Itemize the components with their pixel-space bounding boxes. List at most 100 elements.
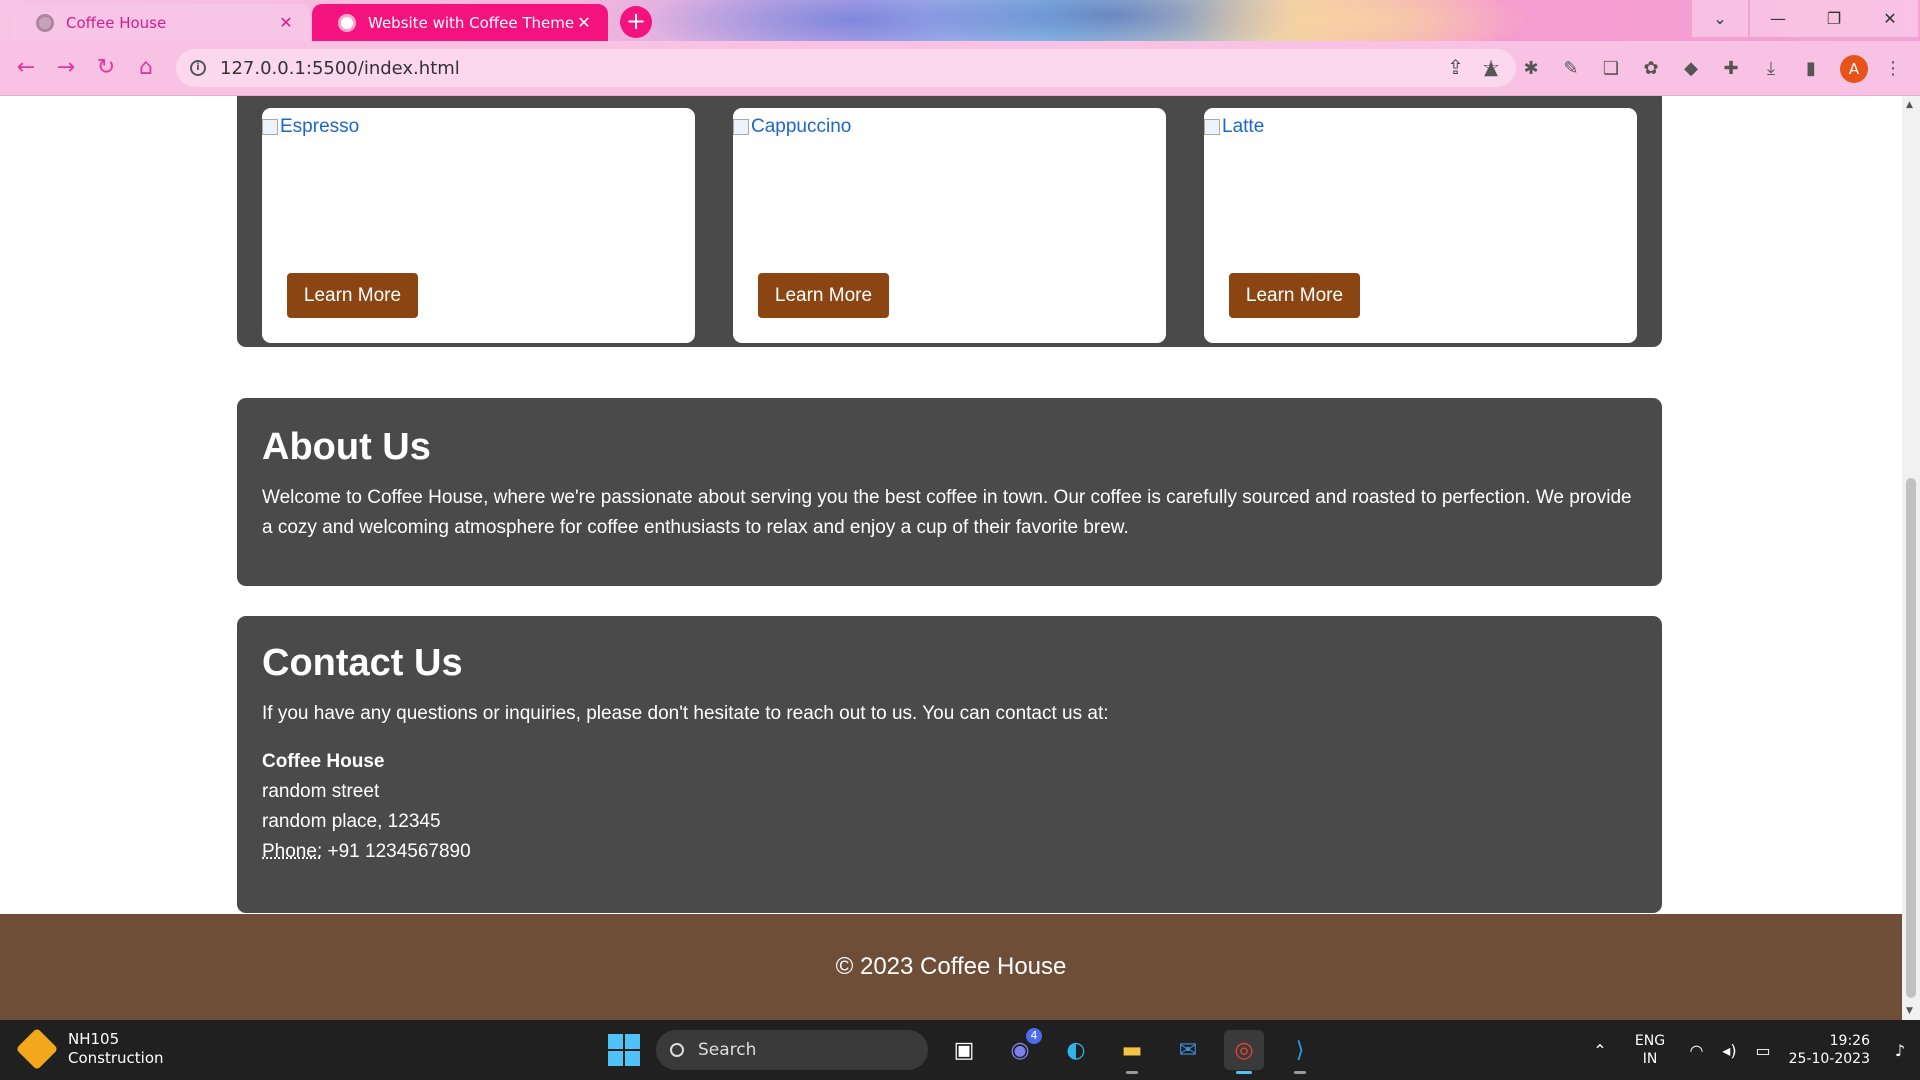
site-info-icon[interactable]: i [190, 60, 206, 76]
restore-button[interactable]: ❐ [1806, 0, 1862, 37]
taskbar-search[interactable]: Search [656, 1030, 928, 1070]
about-section: About Us Welcome to Coffee House, where … [237, 398, 1662, 586]
wifi-icon: ◠ [1689, 1040, 1704, 1060]
file-explorer-icon[interactable]: ▬ [1112, 1030, 1152, 1074]
broken-image: Latte [1204, 116, 1264, 138]
menu-kebab-icon[interactable]: ⋮ [1880, 55, 1906, 81]
learn-more-button[interactable]: Learn More [1229, 273, 1360, 318]
bug-extension-icon[interactable]: ✱ [1518, 55, 1544, 81]
address-place: random place, 12345 [262, 811, 441, 832]
edge-icon[interactable]: ◐ [1056, 1030, 1096, 1070]
reload-icon[interactable]: ↻ [90, 51, 122, 83]
phone-label: Phone: [262, 841, 323, 862]
tab-website-coffee-theme[interactable]: Website with Coffee Theme ✕ [312, 4, 608, 41]
contact-heading: Contact Us [262, 642, 463, 684]
broken-image: Espresso [262, 116, 359, 138]
contact-address: Coffee House random street random place,… [262, 747, 1637, 867]
task-view-icon[interactable]: ▣ [944, 1030, 984, 1070]
weather-widget[interactable]: NH105 Construction [15, 1027, 164, 1071]
page-viewport: Espresso Learn More Cappuccino Learn Mor… [0, 96, 1902, 1020]
tab-strip: Coffee House ✕ Website with Coffee Theme… [0, 0, 1920, 41]
back-icon[interactable]: ← [10, 51, 42, 83]
mail-icon[interactable]: ✉ [1168, 1030, 1208, 1070]
weather-subtitle: Construction [68, 1049, 164, 1067]
system-icons[interactable]: ◠ ◂) ▭ [1680, 1041, 1780, 1060]
taskbar-apps: Search ▣ ◉ 4 ◐ ▬ ✉ ◎ ⟩ [608, 1028, 1320, 1074]
menu-card-espresso: Espresso Learn More [262, 108, 695, 343]
construction-warning-icon [15, 1027, 59, 1071]
learn-more-button[interactable]: Learn More [287, 273, 418, 318]
region-code: IN [1642, 1051, 1658, 1067]
home-icon[interactable]: ⌂ [130, 51, 162, 83]
system-tray: ⌃ ENG IN ◠ ◂) ▭ 19:26 25-10-2023 ♪ [1580, 1020, 1920, 1080]
notification-bell-icon[interactable]: ♪ [1880, 1041, 1920, 1060]
close-icon[interactable]: ✕ [574, 13, 594, 32]
scroll-up-icon[interactable]: ▲ [1906, 100, 1913, 110]
extensions-puzzle-icon[interactable]: ✚ [1718, 55, 1744, 81]
profile-avatar[interactable]: A [1840, 55, 1868, 83]
search-label: Search [698, 1040, 757, 1060]
globe-icon [36, 13, 54, 32]
about-text: Welcome to Coffee House, where we're pas… [262, 487, 1632, 538]
page-footer: © 2023 Coffee House [0, 914, 1902, 1020]
clock-date: 25-10-2023 [1788, 1051, 1870, 1067]
search-icon [670, 1043, 684, 1057]
contact-intro: If you have any questions or inquiries, … [262, 703, 1109, 724]
business-name: Coffee House [262, 751, 385, 772]
close-icon[interactable]: ✕ [276, 13, 296, 32]
show-hidden-icons-icon[interactable]: ⌃ [1580, 1041, 1620, 1060]
menu-card-latte: Latte Learn More [1204, 108, 1637, 343]
phone-line: Phone: +91 1234567890 [262, 837, 1637, 867]
copy-extension-icon[interactable]: ❏ [1598, 55, 1624, 81]
openai-extension-icon[interactable]: ✿ [1638, 55, 1664, 81]
vscode-icon[interactable]: ⟩ [1280, 1030, 1320, 1074]
address-bar[interactable]: i 127.0.0.1:5500/index.html ⇪ ☆ [176, 49, 1516, 87]
vertical-scrollbar[interactable]: ▲ ▼ [1902, 96, 1920, 1020]
windows-taskbar: NH105 Construction Search ▣ ◉ 4 ◐ ▬ ✉ ◎ … [0, 1020, 1920, 1080]
broken-image: Cappuccino [733, 116, 851, 138]
language-indicator[interactable]: ENG IN [1620, 1032, 1680, 1068]
side-panel-icon[interactable]: ▮ [1798, 55, 1824, 81]
tab-coffee-house[interactable]: Coffee House ✕ [10, 4, 310, 41]
language-code: ENG [1634, 1033, 1666, 1049]
volume-icon: ◂) [1722, 1040, 1737, 1060]
scroll-down-icon[interactable]: ▼ [1906, 1006, 1913, 1016]
tab-title: Website with Coffee Theme [368, 13, 574, 32]
menu-card-cappuccino: Cappuccino Learn More [733, 108, 1166, 343]
learn-more-button[interactable]: Learn More [758, 273, 889, 318]
broken-image-icon [1204, 119, 1220, 135]
scrollbar-thumb[interactable] [1906, 478, 1916, 998]
address-street: random street [262, 781, 380, 802]
broken-image-icon [733, 119, 749, 135]
windows-start-icon[interactable] [608, 1034, 640, 1066]
close-window-button[interactable]: ✕ [1862, 0, 1918, 37]
openai-icon [338, 13, 356, 32]
chrome-icon[interactable]: ◎ [1224, 1030, 1264, 1074]
html-extension-icon[interactable]: ▲ [1478, 55, 1504, 81]
about-heading: About Us [262, 426, 431, 468]
forward-icon[interactable]: → [50, 51, 82, 83]
browser-toolbar: ← → ↻ ⌂ i 127.0.0.1:5500/index.html ⇪ ☆ … [0, 41, 1920, 96]
phone-number: +91 1234567890 [327, 841, 471, 862]
broken-image-icon [262, 119, 278, 135]
footer-text: © 2023 Coffee House [835, 953, 1067, 980]
minimize-button[interactable]: — [1750, 0, 1806, 37]
color-picker-extension-icon[interactable]: ✎ [1558, 55, 1584, 81]
clock[interactable]: 19:26 25-10-2023 [1780, 1032, 1880, 1068]
metamask-icon[interactable]: ◆ [1678, 55, 1704, 81]
tab-search-button[interactable]: ⌄ [1692, 0, 1748, 37]
download-icon[interactable]: ⤓ [1758, 55, 1784, 81]
menu-section: Espresso Learn More Cappuccino Learn Mor… [237, 96, 1662, 347]
tab-title: Coffee House [66, 13, 167, 32]
teams-chat-icon[interactable]: ◉ 4 [1000, 1028, 1042, 1070]
share-icon[interactable]: ⇪ [1447, 55, 1464, 79]
battery-icon: ▭ [1755, 1040, 1771, 1060]
image-alt-text: Cappuccino [751, 116, 852, 137]
theme-decoration [1180, 0, 1540, 41]
image-alt-text: Latte [1222, 116, 1265, 137]
url-text[interactable]: 127.0.0.1:5500/index.html [220, 58, 460, 79]
new-tab-button[interactable]: + [620, 6, 652, 38]
clock-time: 19:26 [1829, 1033, 1870, 1049]
weather-title: NH105 [68, 1030, 120, 1048]
contact-section: Contact Us If you have any questions or … [237, 616, 1662, 913]
